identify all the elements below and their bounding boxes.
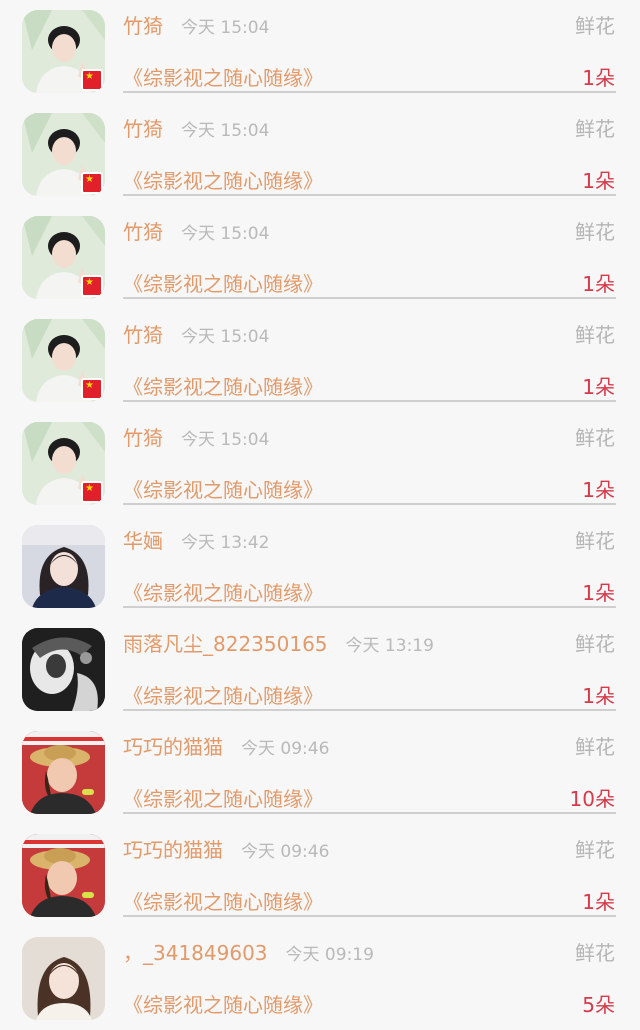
avatar[interactable] xyxy=(22,113,105,196)
timestamp: 今天 09:19 xyxy=(285,945,374,965)
book-title-link[interactable]: 《综影视之随心随缘》 xyxy=(123,165,323,194)
list-item[interactable]: 竹猗今天 15:04 鲜花 《综影视之随心随缘》 1朵 xyxy=(0,412,640,515)
book-title-link[interactable]: 《综影视之随心随缘》 xyxy=(123,989,323,1018)
row-divider xyxy=(123,812,616,814)
user-name[interactable]: 竹猗 xyxy=(123,220,163,244)
avatar[interactable] xyxy=(22,422,105,505)
user-name[interactable]: ，_341849603 xyxy=(123,941,268,965)
gift-type-label: 鲜花 xyxy=(575,735,615,759)
book-title-link[interactable]: 《综影视之随心随缘》 xyxy=(123,886,323,915)
user-name[interactable]: 巧巧的猫猫 xyxy=(123,735,223,759)
china-flag-icon xyxy=(81,481,103,503)
user-name[interactable]: 竹猗 xyxy=(123,117,163,141)
woman-straw-hat-icon xyxy=(22,834,105,917)
gift-count: 1朵 xyxy=(582,375,615,399)
timestamp: 今天 15:04 xyxy=(181,18,270,38)
gift-count: 10朵 xyxy=(569,787,615,811)
gift-type-label: 鲜花 xyxy=(575,117,615,141)
gift-count: 1朵 xyxy=(582,169,615,193)
timestamp: 今天 09:46 xyxy=(241,842,330,862)
gift-count: 1朵 xyxy=(582,581,615,605)
avatar[interactable] xyxy=(22,525,105,608)
gift-count: 1朵 xyxy=(582,890,615,914)
list-item[interactable]: 巧巧的猫猫 今天 09:46 鲜花 《综影视之随心随缘》 1朵 xyxy=(0,824,640,927)
list-item[interactable]: 竹猗今天 15:04 鲜花 《综影视之随心随缘》 1朵 xyxy=(0,0,640,103)
list-item[interactable]: ，_341849603 今天 09:19 鲜花 《综影视之随心随缘》 5朵 xyxy=(0,927,640,1030)
user-name[interactable]: 竹猗 xyxy=(123,323,163,347)
user-name[interactable]: 巧巧的猫猫 xyxy=(123,838,223,862)
woman-portrait-icon xyxy=(22,937,105,1020)
flower-gift-list: 竹猗今天 15:04 鲜花 《综影视之随心随缘》 1朵 竹猗今天 15:04 鲜… xyxy=(0,0,640,1030)
gift-count: 1朵 xyxy=(582,684,615,708)
monochrome-art-icon xyxy=(22,628,105,711)
book-title-link[interactable]: 《综影视之随心随缘》 xyxy=(123,783,323,812)
row-divider xyxy=(123,400,616,402)
gift-type-label: 鲜花 xyxy=(575,426,615,450)
row-divider xyxy=(123,915,616,917)
book-title-link[interactable]: 《综影视之随心随缘》 xyxy=(123,371,323,400)
list-item[interactable]: 巧巧的猫猫 今天 09:46 鲜花 《综影视之随心随缘》 10朵 xyxy=(0,721,640,824)
user-name[interactable]: 雨落凡尘_822350165 xyxy=(123,632,328,656)
book-title-link[interactable]: 《综影视之随心随缘》 xyxy=(123,474,323,503)
timestamp: 今天 15:04 xyxy=(181,224,270,244)
book-title-link[interactable]: 《综影视之随心随缘》 xyxy=(123,577,323,606)
row-divider xyxy=(123,91,616,93)
book-title-link[interactable]: 《综影视之随心随缘》 xyxy=(123,62,323,91)
gift-count: 1朵 xyxy=(582,66,615,90)
list-item[interactable]: 华婳 今天 13:42 鲜花 《综影视之随心随缘》 1朵 xyxy=(0,515,640,618)
timestamp: 今天 13:42 xyxy=(181,533,270,553)
avatar[interactable] xyxy=(22,731,105,814)
avatar[interactable] xyxy=(22,216,105,299)
user-name[interactable]: 竹猗 xyxy=(123,426,163,450)
gift-type-label: 鲜花 xyxy=(575,838,615,862)
user-name[interactable]: 华婳 xyxy=(123,529,163,553)
avatar[interactable] xyxy=(22,319,105,402)
list-item[interactable]: 雨落凡尘_822350165 今天 13:19 鲜花 《综影视之随心随缘》 1朵 xyxy=(0,618,640,721)
china-flag-icon xyxy=(81,275,103,297)
book-title-link[interactable]: 《综影视之随心随缘》 xyxy=(123,680,323,709)
woman-straw-hat-icon xyxy=(22,731,105,814)
list-item[interactable]: 竹猗今天 15:04 鲜花 《综影视之随心随缘》 1朵 xyxy=(0,206,640,309)
user-name[interactable]: 竹猗 xyxy=(123,14,163,38)
gift-type-label: 鲜花 xyxy=(575,220,615,244)
timestamp: 今天 15:04 xyxy=(181,430,270,450)
china-flag-icon xyxy=(81,378,103,400)
timestamp: 今天 15:04 xyxy=(181,327,270,347)
book-title-link[interactable]: 《综影视之随心随缘》 xyxy=(123,268,323,297)
gift-type-label: 鲜花 xyxy=(575,632,615,656)
avatar[interactable] xyxy=(22,628,105,711)
timestamp: 今天 13:19 xyxy=(345,636,434,656)
list-item[interactable]: 竹猗今天 15:04 鲜花 《综影视之随心随缘》 1朵 xyxy=(0,309,640,412)
row-divider xyxy=(123,503,616,505)
gift-count: 1朵 xyxy=(582,478,615,502)
gift-type-label: 鲜花 xyxy=(575,941,615,965)
row-divider xyxy=(123,297,616,299)
list-item[interactable]: 竹猗今天 15:04 鲜花 《综影视之随心随缘》 1朵 xyxy=(0,103,640,206)
row-divider xyxy=(123,709,616,711)
row-divider xyxy=(123,606,616,608)
woman-portrait-icon xyxy=(22,525,105,608)
avatar[interactable] xyxy=(22,834,105,917)
china-flag-icon xyxy=(81,172,103,194)
avatar[interactable] xyxy=(22,10,105,93)
gift-type-label: 鲜花 xyxy=(575,323,615,347)
china-flag-icon xyxy=(81,69,103,91)
avatar[interactable] xyxy=(22,937,105,1020)
gift-count: 1朵 xyxy=(582,272,615,296)
row-divider xyxy=(123,194,616,196)
gift-type-label: 鲜花 xyxy=(575,14,615,38)
gift-type-label: 鲜花 xyxy=(575,529,615,553)
gift-count: 5朵 xyxy=(582,993,615,1017)
timestamp: 今天 15:04 xyxy=(181,121,270,141)
timestamp: 今天 09:46 xyxy=(241,739,330,759)
